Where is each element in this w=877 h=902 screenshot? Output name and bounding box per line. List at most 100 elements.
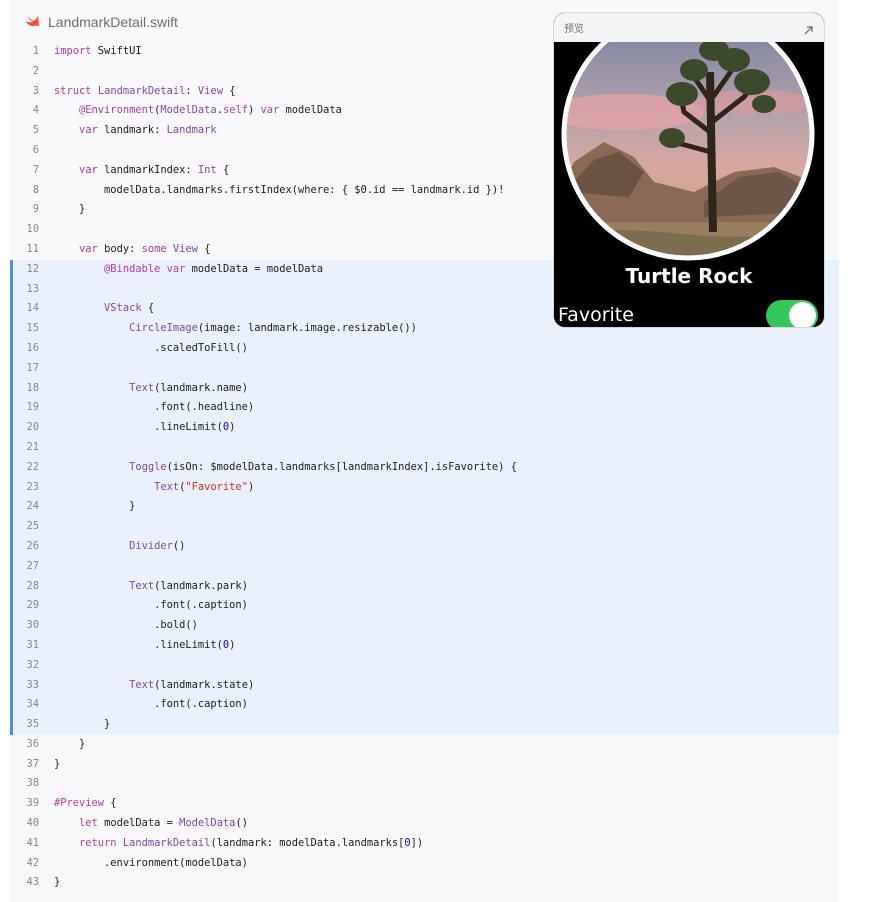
code-line: 38 <box>10 774 839 794</box>
line-number: 9 <box>32 203 39 216</box>
code-line: 41 return LandmarkDetail(landmark: model… <box>10 834 839 854</box>
code-line: 24 } <box>10 497 839 518</box>
landmark-name: Turtle Rock <box>625 264 753 288</box>
code-text: } <box>54 500 136 513</box>
swift-icon <box>24 11 42 33</box>
code-line: 36 } <box>10 735 839 755</box>
code-line: 17 <box>10 358 839 379</box>
line-number: 33 <box>26 678 39 691</box>
code-text: return LandmarkDetail(landmark: modelDat… <box>79 836 424 849</box>
line-number: 24 <box>26 500 39 513</box>
line-number: 11 <box>26 242 39 255</box>
line-number: 14 <box>26 302 39 315</box>
line-number: 42 <box>26 856 39 869</box>
code-text: Text(landmark.state) <box>129 678 255 691</box>
landmark-circle-image <box>561 42 815 261</box>
line-number: 2 <box>32 64 39 77</box>
line-number: 26 <box>26 539 39 552</box>
line-number: 12 <box>26 262 39 275</box>
preview-panel: 预览 Turtle Rock Favorite <box>553 12 825 328</box>
toggle-knob[interactable] <box>789 302 816 327</box>
code-text: CircleImage(image: landmark.image.resiza… <box>129 322 417 335</box>
code-text: Text(landmark.name) <box>129 381 248 394</box>
line-number: 17 <box>26 361 39 374</box>
code-text: } <box>54 757 61 770</box>
code-text: } <box>54 718 111 731</box>
file-header: LandmarkDetail.swift <box>24 11 178 33</box>
code-text: .environment(modelData) <box>54 856 248 869</box>
code-text: .lineLimit(0) <box>54 421 236 434</box>
code-text: } <box>54 203 86 216</box>
code-line: 43} <box>10 873 839 893</box>
line-number: 22 <box>26 460 39 473</box>
code-line: 31 .lineLimit(0) <box>10 635 839 656</box>
line-number: 7 <box>32 163 39 176</box>
code-line: 26 Divider() <box>10 536 839 557</box>
line-number: 1 <box>32 45 39 57</box>
line-number: 32 <box>26 658 39 671</box>
line-number: 39 <box>26 797 39 810</box>
line-number: 38 <box>26 777 39 790</box>
favorite-label: Favorite <box>558 304 634 326</box>
code-text: .bold() <box>54 619 198 632</box>
code-line: 33 Text(landmark.state) <box>10 675 839 696</box>
line-number: 43 <box>26 876 39 889</box>
line-number: 41 <box>26 836 39 849</box>
favorite-toggle[interactable] <box>766 300 818 327</box>
line-number: 18 <box>26 381 39 394</box>
code-text: Toggle(isOn: $modelData.landmarks[landma… <box>129 460 517 473</box>
code-line: 19 .font(.headline) <box>10 398 839 419</box>
code-line: 28 Text(landmark.park) <box>10 576 839 597</box>
line-number: 28 <box>26 579 39 592</box>
code-line: 23 Text("Favorite") <box>10 477 839 498</box>
expand-arrow-icon[interactable] <box>803 21 814 40</box>
code-text: .scaledToFill() <box>54 341 248 354</box>
code-text: struct LandmarkDetail: View { <box>54 84 236 97</box>
code-line: 39 #Preview { <box>10 794 839 814</box>
line-number: 27 <box>26 559 39 572</box>
code-line: 20 .lineLimit(0) <box>10 418 839 438</box>
line-number: 5 <box>32 124 39 137</box>
line-number: 36 <box>26 737 39 750</box>
code-text: modelData.landmarks.firstIndex(where: { … <box>54 183 505 196</box>
code-text: .font(.headline) <box>54 401 255 414</box>
code-text: let modelData = ModelData() <box>79 817 248 830</box>
code-line: 21 <box>10 437 839 458</box>
line-number: 3 <box>32 84 39 97</box>
code-line: 40 let modelData = ModelData() <box>10 814 839 834</box>
code-line: 34 .font(.caption) <box>10 695 839 716</box>
line-number: 13 <box>26 282 39 295</box>
code-text: } <box>54 737 86 750</box>
line-number: 35 <box>26 718 39 731</box>
code-text: @Bindable var modelData = modelData <box>104 262 324 275</box>
line-number: 37 <box>26 757 39 770</box>
preview-canvas: Turtle Rock Favorite <box>554 42 824 327</box>
code-text: import SwiftUI <box>54 45 142 57</box>
line-number: 40 <box>26 817 39 830</box>
code-line: 27 <box>10 556 839 577</box>
code-line: 30 .bold() <box>10 616 839 636</box>
code-text: } <box>54 876 61 889</box>
line-number: 8 <box>32 183 39 196</box>
code-line: 18 Text(landmark.name) <box>10 378 839 399</box>
code-line: 42 .environment(modelData) <box>10 854 839 874</box>
code-line: 29 .font(.caption) <box>10 596 839 617</box>
line-number: 4 <box>32 104 39 117</box>
preview-header: 预览 <box>554 13 824 43</box>
code-text: .font(.caption) <box>54 599 248 612</box>
code-text: Text(landmark.park) <box>129 579 248 592</box>
line-number: 25 <box>26 520 39 533</box>
line-number: 23 <box>26 480 39 493</box>
code-text: Text("Favorite") <box>154 480 255 493</box>
code-line: 37} <box>10 755 839 775</box>
code-line: 32 <box>10 655 839 676</box>
line-number: 16 <box>26 341 39 354</box>
line-number: 29 <box>26 599 39 612</box>
line-number: 30 <box>26 619 39 632</box>
code-text: var body: some View { <box>79 242 211 255</box>
line-number: 15 <box>26 322 39 335</box>
line-number: 34 <box>26 698 39 711</box>
code-text: Divider() <box>129 539 186 552</box>
line-number: 10 <box>26 223 39 236</box>
line-number: 19 <box>26 401 39 414</box>
